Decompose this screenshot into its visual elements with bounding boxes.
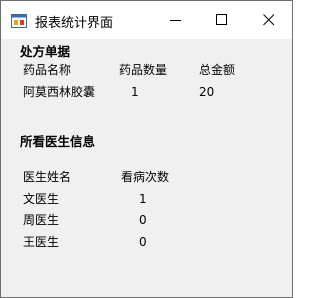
form-app-icon	[11, 13, 27, 28]
column-header-drug-name: 药品名称	[23, 63, 72, 77]
drug-name-value: 阿莫西林胶囊	[23, 85, 96, 99]
report-window: 报表统计界面 处方单据 药品名称 药品数量 总金额 阿莫西林胶囊 1 20 所看	[0, 0, 293, 298]
column-header-drug-quantity: 药品数量	[119, 63, 168, 77]
doctor-visit-count-3: 0	[139, 235, 147, 249]
close-icon	[263, 14, 275, 26]
window-title: 报表统计界面	[35, 16, 114, 31]
title-bar[interactable]: 报表统计界面	[1, 1, 292, 39]
doctor-name-1: 文医生	[23, 192, 60, 206]
column-header-visit-count: 看病次数	[121, 170, 170, 184]
doctor-info-heading: 所看医生信息	[20, 134, 96, 149]
doctor-visit-count-2: 0	[139, 213, 147, 227]
drug-quantity-value: 1	[131, 85, 139, 99]
prescription-heading: 处方单据	[20, 44, 71, 59]
client-area: 处方单据 药品名称 药品数量 总金额 阿莫西林胶囊 1 20 所看医生信息 医生…	[1, 39, 292, 297]
doctor-visit-count-1: 1	[139, 192, 147, 206]
maximize-icon	[216, 14, 227, 25]
column-header-total-amount: 总金额	[199, 63, 236, 77]
total-amount-value: 20	[199, 85, 215, 99]
minimize-icon	[170, 20, 181, 21]
maximize-button[interactable]	[199, 1, 245, 39]
minimize-button[interactable]	[153, 1, 199, 39]
doctor-name-2: 周医生	[23, 213, 60, 227]
doctor-name-3: 王医生	[23, 235, 60, 249]
close-button[interactable]	[246, 1, 292, 39]
column-header-doctor-name: 医生姓名	[23, 170, 72, 184]
